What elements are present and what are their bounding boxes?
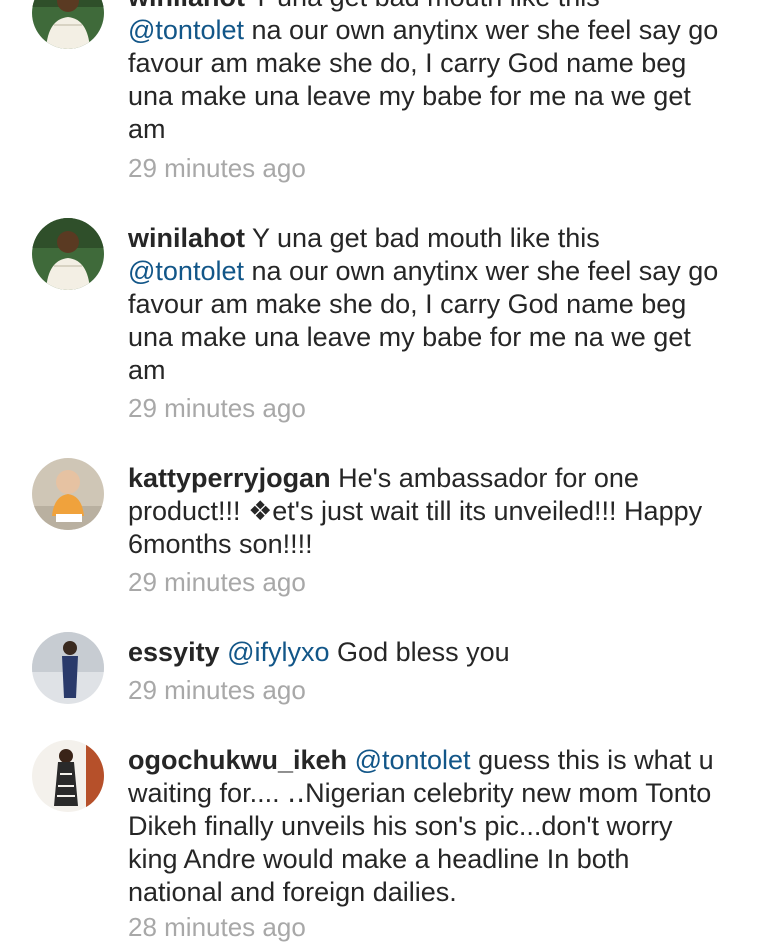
user-avatar[interactable]	[32, 632, 104, 704]
comment-mention[interactable]: @tontolet	[128, 256, 244, 286]
avatar-woman-dress-icon	[32, 740, 104, 812]
comment-text-after: God bless you	[337, 637, 510, 667]
comment-username[interactable]: winilahot	[128, 0, 245, 12]
comment-timestamp: 29 minutes ago	[128, 393, 306, 423]
comment-timestamp: 28 minutes ago	[128, 912, 306, 942]
avatar-woman-white-top-icon	[32, 0, 104, 49]
comment-username[interactable]: ogochukwu_ikeh	[128, 745, 347, 775]
comment-timestamp: 29 minutes ago	[128, 675, 306, 705]
comment-username[interactable]: essyity	[128, 637, 220, 667]
user-avatar[interactable]	[32, 0, 104, 49]
user-avatar[interactable]	[32, 458, 104, 530]
comment-mention[interactable]: @tontolet	[128, 15, 244, 45]
comment-text: winilahot Y una get bad mouth like this …	[128, 0, 728, 146]
comment-text: kattyperryjogan He's ambassador for one …	[128, 462, 728, 561]
comment-text: essyity @ifylyxo God bless you	[128, 636, 728, 669]
comment-text: winilahot Y una get bad mouth like this …	[128, 222, 728, 387]
comment-mention[interactable]: @ifylyxo	[227, 637, 329, 667]
comment-username[interactable]: winilahot	[128, 223, 245, 253]
comment-text: ogochukwu_ikeh @tontolet guess this is w…	[128, 744, 728, 909]
user-avatar[interactable]	[32, 740, 104, 812]
comment-text-before: Y una get bad mouth like this	[252, 0, 600, 12]
user-avatar[interactable]	[32, 218, 104, 290]
comment-text-before: Y una get bad mouth like this	[252, 223, 600, 253]
avatar-baby-icon	[32, 458, 104, 530]
avatar-person-outdoor-icon	[32, 632, 104, 704]
comment-timestamp: 29 minutes ago	[128, 153, 306, 183]
comment-timestamp: 29 minutes ago	[128, 567, 306, 597]
avatar-woman-white-top-icon	[32, 218, 104, 290]
comment-mention[interactable]: @tontolet	[355, 745, 471, 775]
comment-username[interactable]: kattyperryjogan	[128, 463, 331, 493]
